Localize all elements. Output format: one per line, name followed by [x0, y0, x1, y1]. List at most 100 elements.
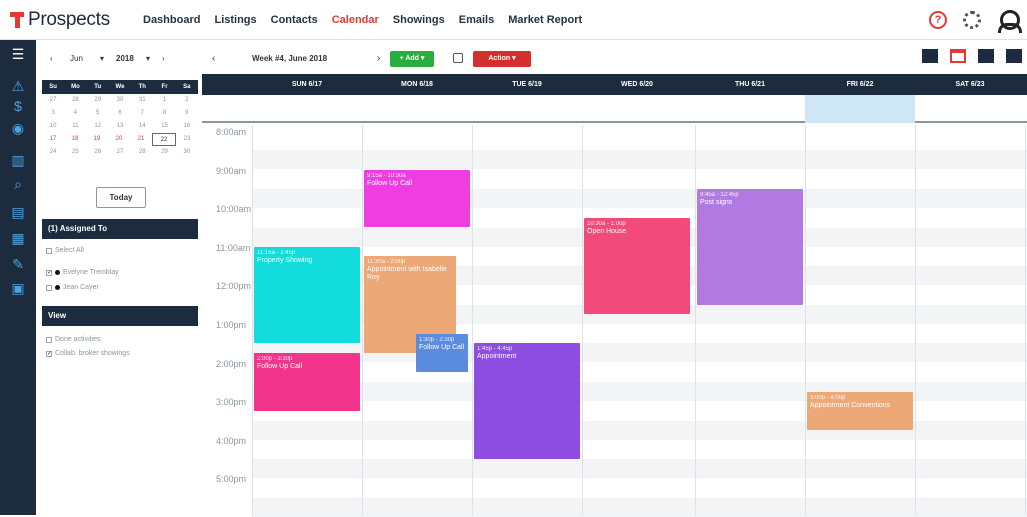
nav-contacts[interactable]: Contacts [271, 14, 318, 26]
mini-calendar-day[interactable]: 8 [153, 107, 175, 120]
mini-calendar-day[interactable]: 27 [109, 146, 131, 159]
assigned-to-header[interactable]: (1) Assigned To [42, 219, 198, 239]
day-header[interactable]: FRI 6/22 [805, 74, 915, 95]
day-header[interactable]: THU 6/21 [695, 74, 805, 95]
year-select[interactable]: 2018 [116, 54, 134, 63]
action-button[interactable]: Action ▾ [473, 51, 531, 67]
mini-calendar-day[interactable]: 20 [108, 133, 130, 146]
mini-calendar-day[interactable]: 28 [131, 146, 153, 159]
dollar-icon[interactable]: $ [9, 98, 27, 114]
select-all-option[interactable]: Select All [46, 247, 84, 254]
calendar-event[interactable]: 11:15a - 1:45p Property Showing [254, 246, 360, 344]
mini-calendar-day[interactable]: 2 [176, 94, 198, 107]
view-option[interactable]: ✓ Collab. broker showings [46, 350, 130, 357]
chevron-down-icon[interactable]: ▾ [146, 54, 150, 63]
checkbox[interactable] [46, 247, 52, 254]
checkbox[interactable]: ✓ [46, 269, 52, 276]
mini-calendar-day[interactable]: 17 [42, 133, 64, 146]
mini-calendar-day[interactable]: 7 [131, 107, 153, 120]
mini-calendar-day[interactable]: 29 [87, 94, 109, 107]
checkbox[interactable] [46, 284, 52, 291]
mini-calendar-day[interactable]: 23 [176, 133, 198, 146]
next-week-icon[interactable]: › [377, 53, 380, 64]
mini-calendar-day[interactable]: 27 [42, 94, 64, 107]
mini-calendar-day[interactable]: 9 [176, 107, 198, 120]
nav-market-report[interactable]: Market Report [508, 14, 582, 26]
map-icon[interactable]: ▣ [9, 280, 27, 296]
mini-calendar-day[interactable]: 28 [64, 94, 86, 107]
calendar-event[interactable]: 10:30a - 1:00p Open House [584, 217, 690, 315]
mini-calendar-day[interactable]: 22 [152, 133, 176, 146]
mini-calendar-day[interactable]: 11 [64, 120, 86, 133]
mini-calendar-day[interactable]: 6 [109, 107, 131, 120]
day-header[interactable]: MON 6/18 [362, 74, 472, 95]
calendar-event[interactable]: 9:15a - 10:30a Follow Up Call [364, 169, 470, 228]
mini-calendar-day[interactable]: 1 [153, 94, 175, 107]
day-header[interactable]: WED 6/20 [582, 74, 692, 95]
nav-emails[interactable]: Emails [459, 14, 494, 26]
mini-calendar-day[interactable]: 24 [42, 146, 64, 159]
day-view-icon[interactable] [978, 49, 994, 63]
week-view-icon[interactable] [950, 49, 966, 63]
today-button[interactable]: Today [96, 187, 146, 208]
calendar-event[interactable]: 9:45a - 12:45p Post signs [697, 188, 803, 305]
calendar-event[interactable]: 2:00p - 3:30p Follow Up Call [254, 352, 360, 411]
mini-calendar-day[interactable]: 31 [131, 94, 153, 107]
next-month-icon[interactable]: › [162, 54, 165, 63]
add-button[interactable]: + Add ▾ [390, 51, 434, 67]
checkbox[interactable] [46, 336, 52, 343]
mini-calendar-day[interactable]: 16 [176, 120, 198, 133]
logo[interactable]: Prospects [10, 9, 110, 31]
document-icon[interactable]: ▤ [9, 204, 27, 220]
day-header[interactable]: SUN 6/17 [252, 74, 362, 95]
chart-icon[interactable]: ▥ [9, 152, 27, 168]
mini-calendar-day[interactable]: 10 [42, 120, 64, 133]
nav-calendar[interactable]: Calendar [332, 14, 379, 26]
search-icon[interactable]: ⌕ [9, 176, 27, 192]
calendar-event[interactable]: 1:30p - 2:30p Follow Up Call [416, 333, 468, 373]
alert-icon[interactable]: ⚠ [9, 78, 27, 94]
tag-icon[interactable]: ✎ [9, 256, 27, 272]
chevron-down-icon[interactable]: ▾ [100, 54, 104, 63]
mini-calendar-day[interactable]: 30 [176, 146, 198, 159]
checkbox[interactable]: ✓ [46, 350, 52, 357]
prev-month-icon[interactable]: ‹ [50, 54, 53, 63]
mini-calendar-day[interactable]: 19 [86, 133, 108, 146]
mini-calendar-day[interactable]: 18 [64, 133, 86, 146]
day-header[interactable]: TUE 6/19 [472, 74, 582, 95]
calendar-event[interactable]: 1:45p - 4:45p Appointment [474, 343, 580, 460]
month-view-icon[interactable] [922, 49, 938, 63]
mini-calendar-day[interactable]: 3 [42, 107, 64, 120]
mini-calendar-day[interactable]: 29 [153, 146, 175, 159]
nav-listings[interactable]: Listings [214, 14, 256, 26]
list-icon[interactable]: ▦ [9, 230, 27, 246]
menu-icon[interactable]: ☰ [9, 46, 27, 62]
view-option[interactable]: Done activities [46, 336, 101, 343]
mini-calendar-day[interactable]: 13 [109, 120, 131, 133]
mini-calendar-day[interactable]: 26 [87, 146, 109, 159]
gear-icon[interactable] [963, 11, 981, 29]
mini-calendar-day[interactable]: 21 [130, 133, 152, 146]
time-grid[interactable]: 8:00am 9:00am 10:00am 11:00am 12:00pm 1:00pm 2… [202, 125, 1027, 517]
mini-calendar-day[interactable]: 30 [109, 94, 131, 107]
nav-dashboard[interactable]: Dashboard [143, 14, 200, 26]
mini-calendar-day[interactable]: 25 [64, 146, 86, 159]
eye-icon[interactable]: ◉ [9, 120, 27, 136]
mini-calendar-day[interactable]: 5 [87, 107, 109, 120]
user-icon[interactable] [997, 10, 1022, 33]
mini-calendar-day[interactable]: 15 [153, 120, 175, 133]
help-icon[interactable]: ? [929, 11, 947, 29]
assignee-option[interactable]: Jean Cayer [46, 284, 99, 291]
assignee-option[interactable]: ✓ Evelyne Tremblay [46, 269, 119, 276]
list-view-icon[interactable] [1006, 49, 1022, 63]
all-day-row[interactable] [202, 95, 1027, 123]
prev-week-icon[interactable]: ‹ [212, 53, 215, 64]
mini-calendar-day[interactable]: 12 [87, 120, 109, 133]
mini-calendar-day[interactable]: 14 [131, 120, 153, 133]
print-icon[interactable] [453, 53, 463, 63]
day-header[interactable]: SAT 6/23 [915, 74, 1025, 95]
view-header[interactable]: View [42, 306, 198, 326]
mini-calendar-day[interactable]: 4 [64, 107, 86, 120]
calendar-event[interactable]: 3:00p - 4:00p Appointment Conventions [807, 391, 913, 431]
nav-showings[interactable]: Showings [393, 14, 445, 26]
